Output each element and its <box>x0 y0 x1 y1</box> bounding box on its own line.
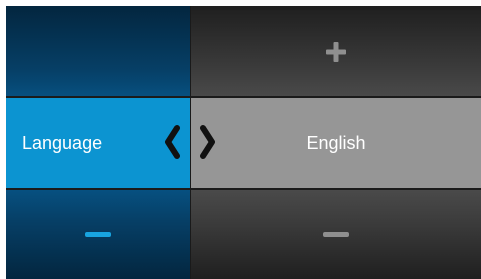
setting-value: English <box>306 132 366 153</box>
increase-button[interactable] <box>191 6 481 97</box>
minus-icon[interactable] <box>85 231 111 238</box>
chevron-right-icon[interactable] <box>198 124 216 160</box>
label-column-decrease-cell[interactable] <box>6 190 190 279</box>
chevron-left-icon[interactable] <box>164 124 182 160</box>
row-divider <box>6 96 481 98</box>
row-divider <box>6 188 481 190</box>
setting-value-cell: English <box>191 98 481 188</box>
label-column: Language <box>6 6 190 279</box>
minus-icon[interactable] <box>323 231 349 238</box>
value-column: English <box>191 6 481 279</box>
plus-icon[interactable] <box>326 41 346 62</box>
language-setting-panel: Language English <box>6 6 481 279</box>
setting-label-cell: Language <box>6 98 190 188</box>
setting-label: Language <box>22 132 103 153</box>
column-divider <box>190 6 191 279</box>
label-column-top-cell <box>6 6 190 97</box>
decrease-button[interactable] <box>191 190 481 279</box>
